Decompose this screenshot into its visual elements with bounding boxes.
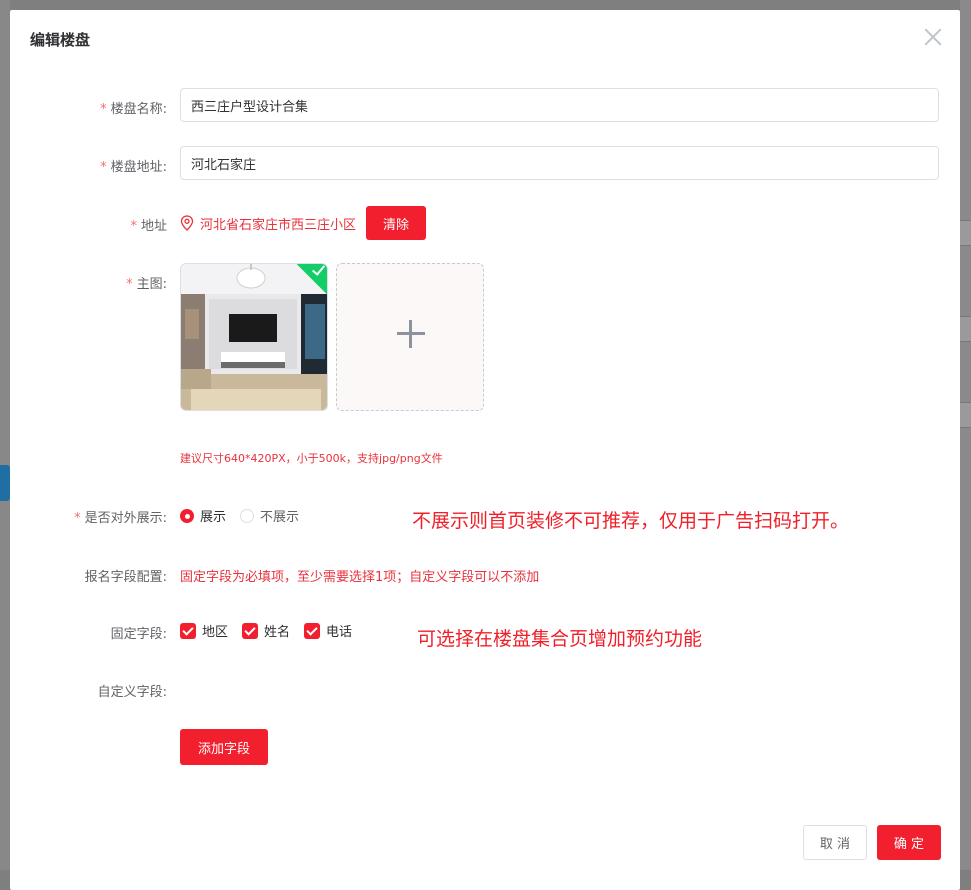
checkbox-name[interactable]: 姓名 bbox=[242, 621, 290, 640]
plus-icon bbox=[409, 320, 412, 348]
background-right-strip bbox=[960, 0, 971, 870]
name-label: * 楼盘名称: bbox=[100, 102, 167, 117]
address-input[interactable] bbox=[180, 146, 939, 180]
signup-config-note: 固定字段为必填项，至少需要选择1项；自定义字段可以不添加 bbox=[180, 570, 540, 585]
close-icon[interactable] bbox=[922, 26, 944, 48]
display-radio-group: 展示 不展示 bbox=[180, 506, 313, 525]
checkbox-checked-icon bbox=[242, 622, 259, 639]
fixed-fields-label: 固定字段: bbox=[110, 627, 167, 642]
confirm-button[interactable]: 确 定 bbox=[877, 825, 941, 860]
background-left-strip bbox=[0, 0, 10, 870]
radio-hide[interactable]: 不展示 bbox=[240, 506, 299, 525]
location-value[interactable]: 河北省石家庄市西三庄小区 bbox=[200, 214, 356, 233]
fixed-fields-annotation: 可选择在楼盘集合页增加预约功能 bbox=[417, 628, 703, 650]
name-input[interactable] bbox=[180, 88, 939, 122]
check-icon bbox=[311, 264, 326, 276]
display-label: * 是否对外展示: bbox=[74, 511, 167, 526]
checkbox-phone[interactable]: 电话 bbox=[304, 621, 352, 640]
image-upload-button[interactable] bbox=[336, 263, 484, 411]
location-row: 河北省石家庄市西三庄小区 清除 bbox=[180, 206, 427, 240]
radio-show[interactable]: 展示 bbox=[180, 506, 226, 525]
radio-unchecked-icon bbox=[240, 508, 255, 523]
location-label: * 地址 bbox=[130, 219, 167, 234]
address-label: * 楼盘地址: bbox=[100, 160, 167, 175]
location-pin-icon bbox=[180, 215, 194, 231]
radio-checked-icon bbox=[180, 508, 194, 523]
living-room-image bbox=[181, 264, 327, 410]
background-tab bbox=[0, 465, 10, 501]
image-label: * 主图: bbox=[126, 277, 167, 292]
cancel-button[interactable]: 取 消 bbox=[803, 825, 867, 860]
add-field-button[interactable]: 添加字段 bbox=[180, 729, 268, 765]
dialog-title: 编辑楼盘 bbox=[30, 31, 91, 49]
fixed-fields-group: 地区 姓名 电话 bbox=[180, 621, 366, 640]
clear-button[interactable]: 清除 bbox=[366, 206, 427, 240]
display-annotation: 不展示则首页装修不可推荐，仅用于广告扫码打开。 bbox=[412, 510, 850, 532]
image-hint: 建议尺寸640*420PX，小于500k，支持jpg/png文件 bbox=[180, 452, 443, 465]
signup-config-label: 报名字段配置: bbox=[84, 570, 167, 585]
checkbox-region[interactable]: 地区 bbox=[180, 621, 228, 640]
edit-dialog: 编辑楼盘 *楼盘名称: *楼盘地址: *地址 河北省石家庄市西三庄小区 清除 *… bbox=[10, 10, 960, 890]
custom-fields-label: 自定义字段: bbox=[97, 685, 167, 700]
checkbox-checked-icon bbox=[180, 622, 196, 639]
uploaded-image[interactable] bbox=[180, 263, 328, 411]
checkbox-checked-icon bbox=[304, 622, 321, 639]
